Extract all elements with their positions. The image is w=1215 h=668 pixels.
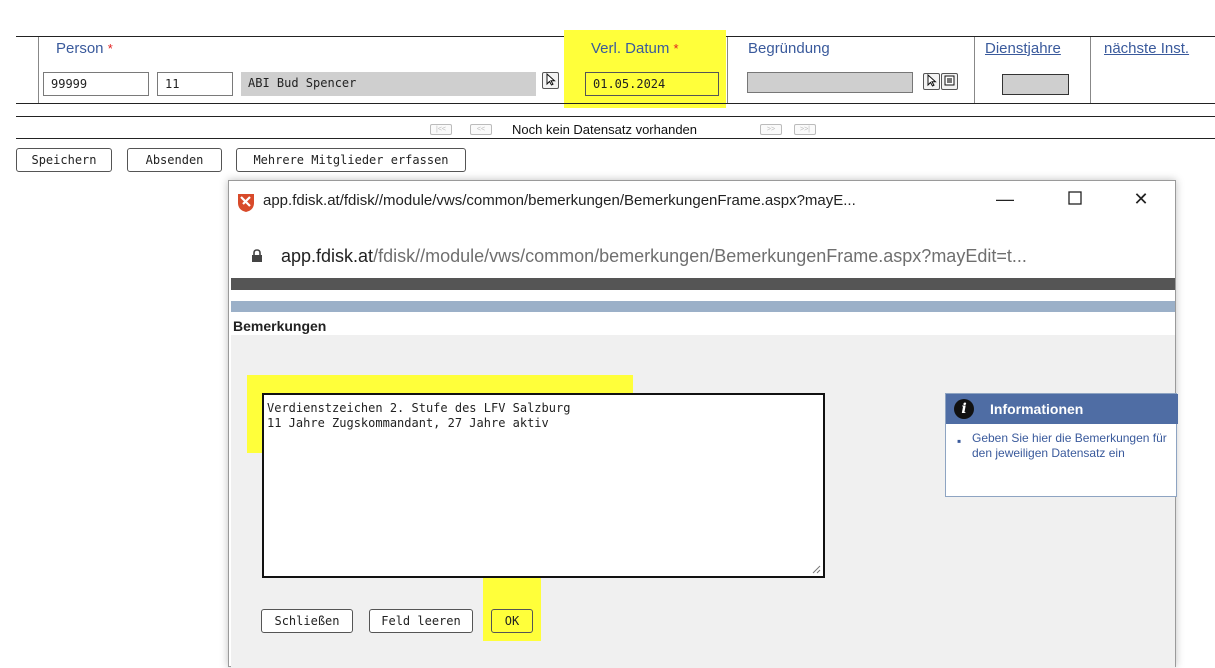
remarks-textarea[interactable]: Verdienstzeichen 2. Stufe des LFV Salzbu… <box>262 393 825 578</box>
info-box: i Informationen ▪ Geben Sie hier die Bem… <box>945 393 1178 497</box>
info-box-text: Geben Sie hier die Bemerkungen für den j… <box>972 431 1167 460</box>
person-id-field[interactable]: 99999 <box>43 72 149 96</box>
popup-url: app.fdisk.at/fdisk//module/vws/common/be… <box>281 246 1027 267</box>
person-nr-field[interactable]: 11 <box>157 72 233 96</box>
remarks-text: Verdienstzeichen 2. Stufe des LFV Salzbu… <box>267 401 571 430</box>
select-person-icon[interactable] <box>542 72 559 89</box>
header-naechste-inst-link[interactable]: nächste Inst. <box>1104 40 1189 57</box>
column-divider <box>974 37 975 103</box>
pager-first-button[interactable]: |<< <box>430 124 452 135</box>
ok-button[interactable]: OK <box>491 609 533 633</box>
required-marker: * <box>673 41 679 56</box>
info-box-header: i Informationen <box>946 394 1178 424</box>
column-divider <box>727 37 728 103</box>
column-divider <box>38 37 39 103</box>
table-divider <box>16 138 1215 139</box>
column-divider <box>1090 37 1091 103</box>
pager-status: Noch kein Datensatz vorhanden <box>512 122 698 137</box>
speichern-button[interactable]: Speichern <box>16 148 112 172</box>
lock-icon <box>251 249 263 266</box>
close-icon[interactable]: ✕ <box>1129 189 1153 210</box>
url-path: /fdisk//module/vws/common/bemerkungen/Be… <box>373 246 1027 266</box>
remarks-popup-window: app.fdisk.at/fdisk//module/vws/common/be… <box>228 180 1178 668</box>
popup-url-bar: app.fdisk.at/fdisk//module/vws/common/be… <box>229 239 1175 275</box>
required-marker: * <box>107 41 113 56</box>
table-divider <box>16 116 1215 117</box>
info-icon: i <box>954 399 974 419</box>
header-dark-bar <box>231 278 1175 290</box>
table-divider <box>16 103 1215 104</box>
dienstjahre-field <box>1002 74 1069 95</box>
feld-leeren-button[interactable]: Feld leeren <box>369 609 473 633</box>
popup-window-title: app.fdisk.at/fdisk//module/vws/common/be… <box>263 192 856 209</box>
url-host: app.fdisk.at <box>281 246 374 266</box>
header-dienstjahre-link[interactable]: Dienstjahre <box>985 40 1061 57</box>
header-verl-datum: Verl. Datum * <box>591 40 679 57</box>
header-begruendung: Begründung <box>748 40 830 57</box>
absenden-button[interactable]: Absenden <box>127 148 222 172</box>
info-box-title: Informationen <box>990 401 1084 417</box>
bullet-icon: ▪ <box>957 434 962 448</box>
schliessen-button[interactable]: Schließen <box>261 609 353 633</box>
fdisk-app-icon <box>235 191 257 216</box>
minimize-icon[interactable]: — <box>993 189 1017 210</box>
maximize-icon[interactable] <box>1063 189 1087 210</box>
begruendung-field <box>747 72 913 93</box>
section-title-bemerkungen: Bemerkungen <box>233 318 327 334</box>
header-blue-bar <box>231 301 1175 312</box>
header-person: Person * <box>56 40 113 57</box>
popup-titlebar: app.fdisk.at/fdisk//module/vws/common/be… <box>229 181 1175 223</box>
pager-prev-button[interactable]: << <box>470 124 492 135</box>
resize-handle-icon[interactable] <box>811 564 821 574</box>
select-begruendung-icon[interactable] <box>923 73 940 90</box>
person-name-field: ABI Bud Spencer <box>241 72 536 96</box>
remarks-icon[interactable] <box>941 73 958 90</box>
mehrere-mitglieder-button[interactable]: Mehrere Mitglieder erfassen <box>236 148 466 172</box>
verl-datum-field[interactable]: 01.05.2024 <box>585 72 719 96</box>
pager-next-button[interactable]: >> <box>760 124 782 135</box>
pager-last-button[interactable]: >>| <box>794 124 816 135</box>
